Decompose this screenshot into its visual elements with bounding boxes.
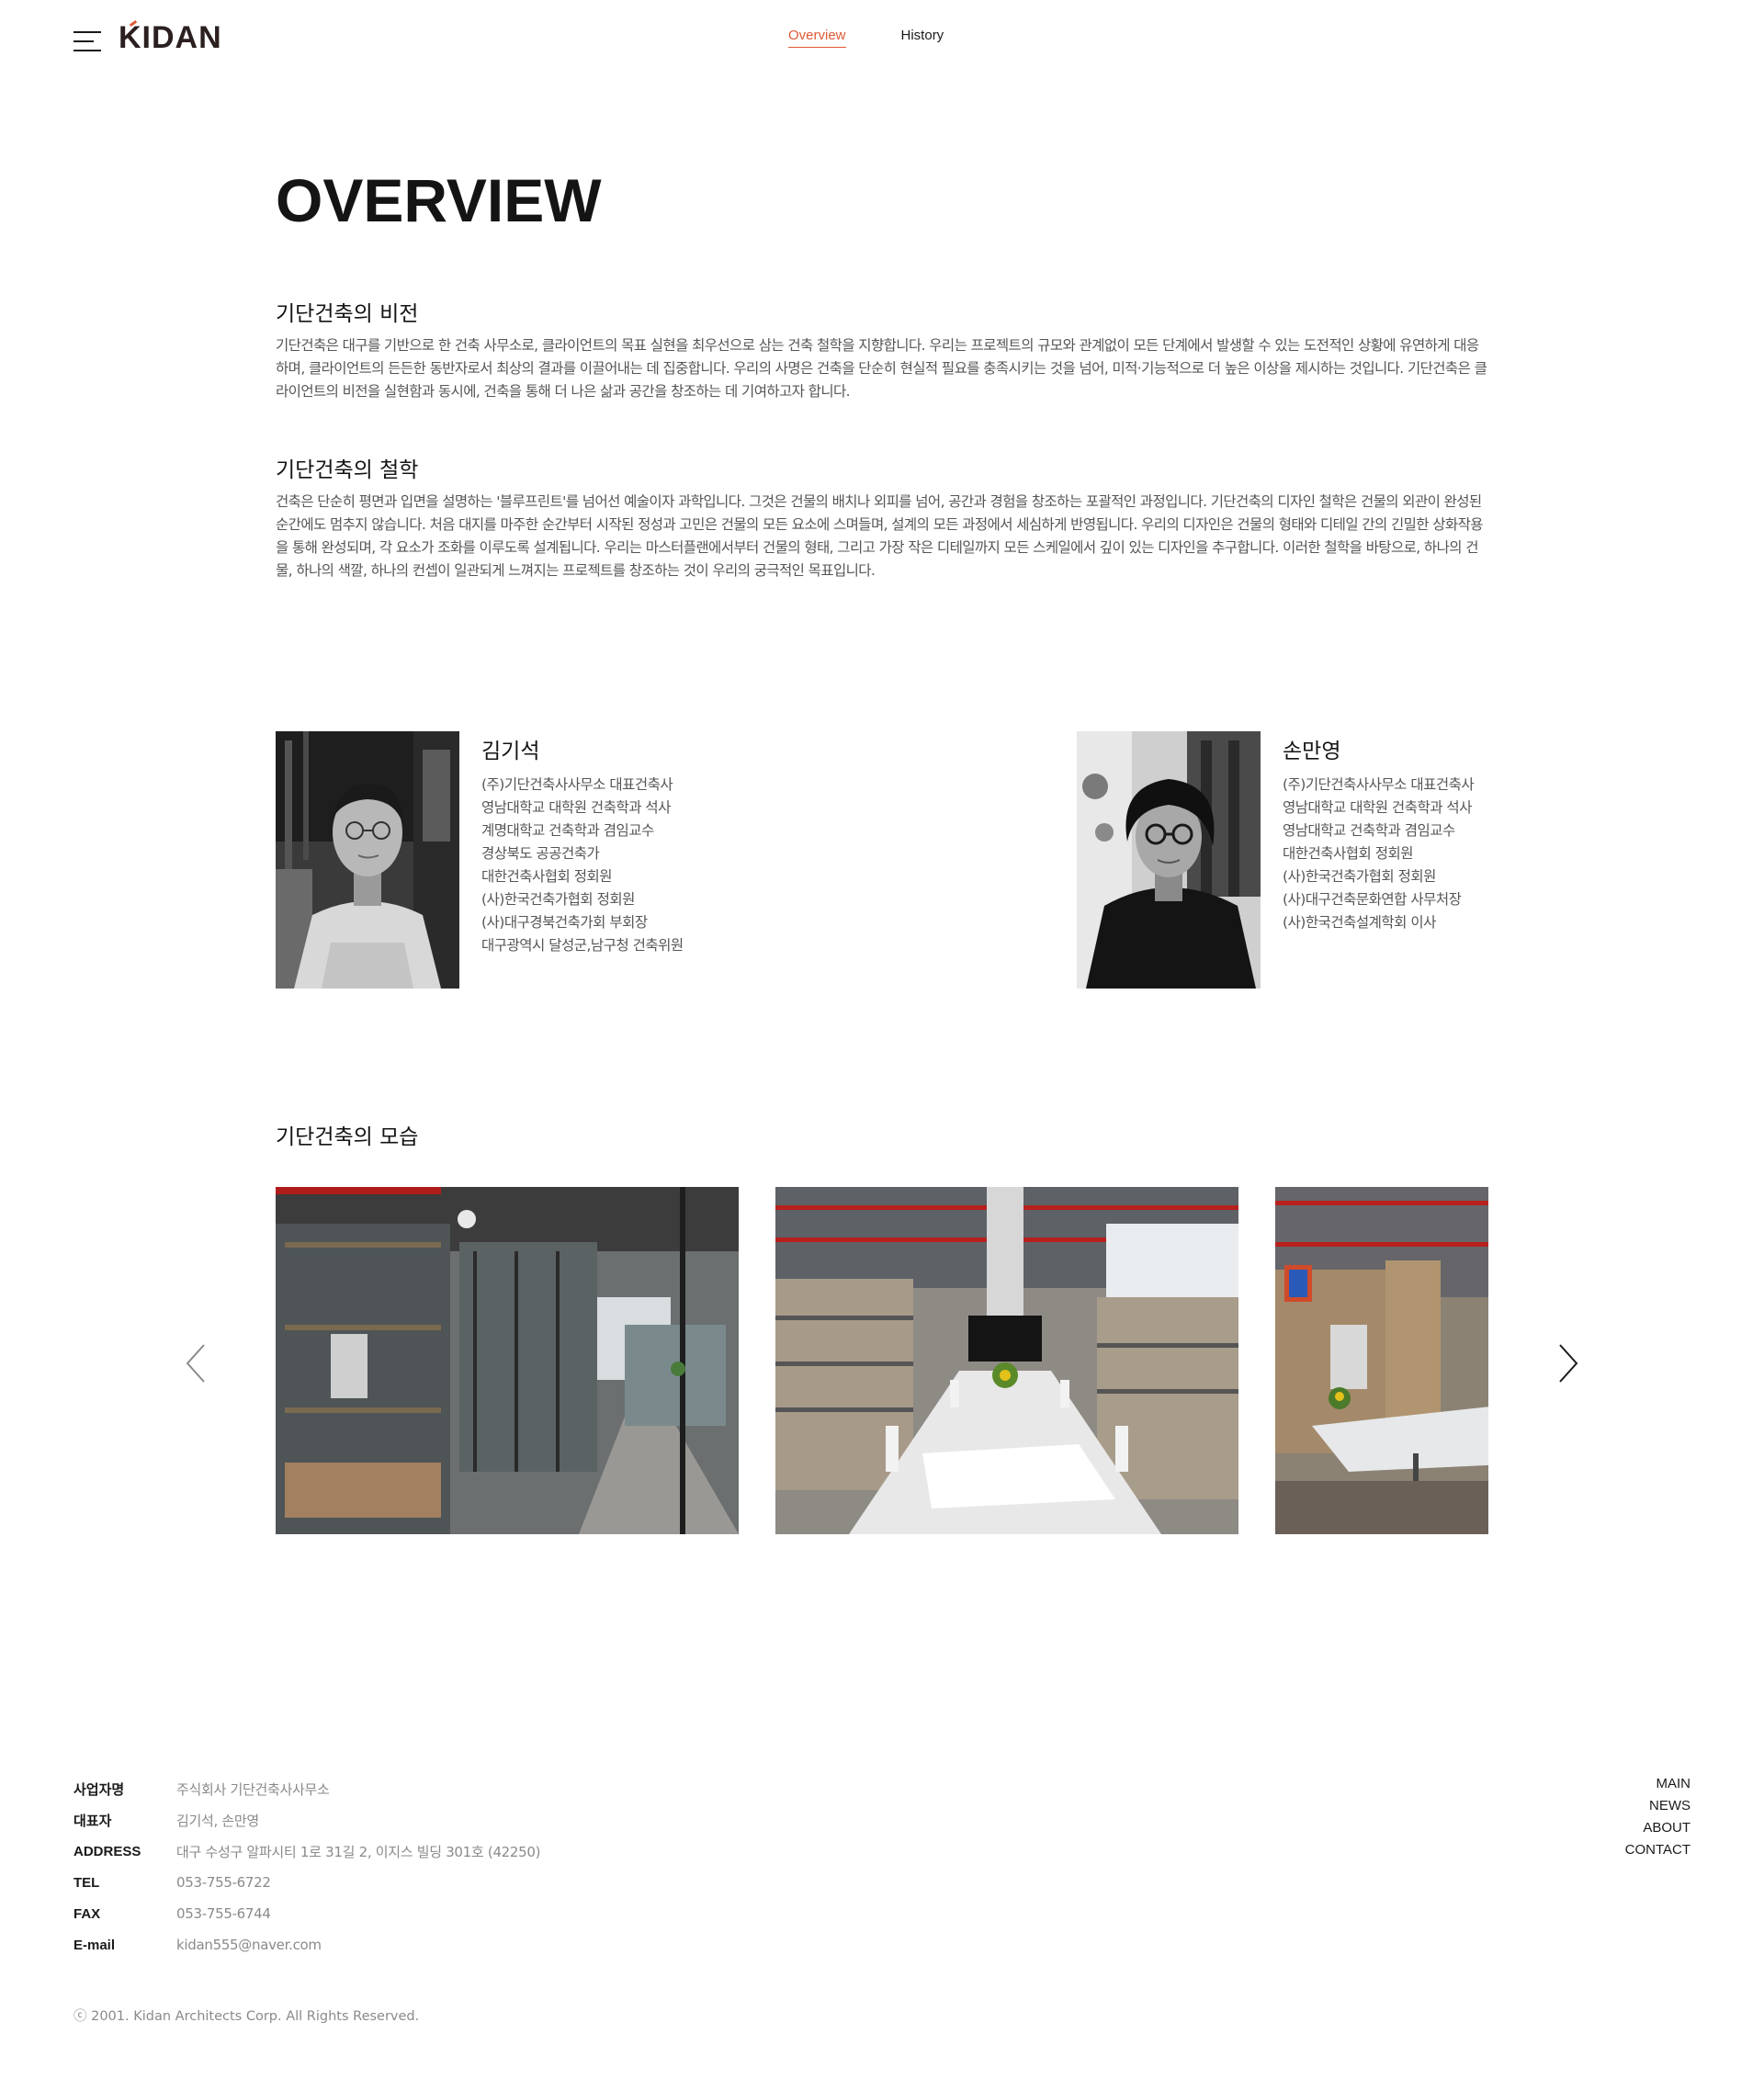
footer-nav-about[interactable]: ABOUT	[1625, 1817, 1690, 1839]
footer-info-row: FAX 053-755-6744	[74, 1898, 540, 1929]
credential-item: (사)한국건축가협회 정회원	[481, 891, 635, 908]
profile-info-son: 손만영 (주)기단건축사사무소 대표건축사 영남대학교 대학원 건축학과 석사 …	[1283, 731, 1613, 934]
credential-item: 영남대학교 대학원 건축학과 석사	[481, 799, 671, 816]
credential-item: 대한건축사협회 정회원	[481, 868, 613, 885]
credential-item: 대구광역시 달성군,남구청 건축위원	[481, 937, 684, 954]
chevron-left-icon[interactable]	[182, 1341, 209, 1385]
footer-value: 053-755-6722	[176, 1874, 271, 1891]
profile-name: 손만영	[1283, 740, 1341, 763]
footer-company-info: 사업자명 주식회사 기단건축사사무소 대표자 김기석, 손만영 ADDRESS …	[74, 1773, 541, 1960]
footer-info-row: ADDRESS 대구 수성구 알파시티 1로 31길 2, 이지스 빌딩 301…	[74, 1836, 541, 1867]
footer-email-value[interactable]: kidan555@naver.com	[176, 1937, 322, 1953]
chevron-right-icon[interactable]	[1555, 1341, 1582, 1385]
portrait-photo-kim	[276, 731, 459, 989]
gallery-title: 기단건축의 모습	[276, 1125, 419, 1149]
footer-nav-main[interactable]: MAIN	[1625, 1773, 1691, 1795]
footer-label: 사업자명	[74, 1781, 125, 1798]
vision-heading: 기단건축의 비전	[276, 302, 419, 326]
gallery-photo-1[interactable]	[276, 1187, 739, 1534]
portrait-photo-son	[1077, 731, 1261, 989]
gallery-carousel[interactable]	[276, 1187, 1488, 1534]
kidan-logo[interactable]: KIDAN	[119, 20, 222, 56]
nav-overview-link[interactable]: Overview	[788, 28, 846, 48]
footer-value: 김기석, 손만영	[176, 1812, 259, 1829]
credential-item: (주)기단건축사사무소 대표건축사	[481, 776, 673, 793]
credential-item: 계명대학교 건축학과 겸임교수	[481, 822, 654, 839]
hamburger-menu-icon[interactable]	[74, 31, 101, 51]
footer-value: 대구 수성구 알파시티 1로 31길 2, 이지스 빌딩 301호 (42250…	[176, 1843, 541, 1860]
copyright-text: ⓒ 2001. Kidan Architects Corp. All Right…	[74, 2009, 420, 2024]
credential-item: 영남대학교 건축학과 겸임교수	[1283, 822, 1455, 839]
footer-info-row: 대표자 김기석, 손만영	[74, 1804, 540, 1836]
credential-item: (주)기단건축사사무소 대표건축사	[1283, 776, 1475, 793]
footer-label: E-mail	[74, 1937, 116, 1953]
footer-info-row: 사업자명 주식회사 기단건축사사무소	[74, 1773, 540, 1804]
gallery-photo-2[interactable]	[775, 1187, 1238, 1534]
credential-item: (사)한국건축설계학회 이사	[1283, 914, 1436, 931]
footer-label: ADDRESS	[74, 1843, 141, 1859]
nav-history-link[interactable]: History	[901, 28, 944, 48]
site-header: KIDAN Overview History	[0, 0, 1764, 83]
footer-info-row: TEL 053-755-6722	[74, 1867, 540, 1898]
credential-item: 경상북도 공공건축가	[481, 845, 600, 862]
footer-label: FAX	[74, 1905, 101, 1922]
footer-label: 대표자	[74, 1813, 112, 1829]
footer-value: 053-755-6744	[176, 1905, 271, 1922]
credential-item: (사)대구건축문화연합 사무처장	[1283, 891, 1462, 908]
credential-item: (사)한국건축가협회 정회원	[1283, 868, 1436, 885]
vision-section: 기단건축의 비전 기단건축은 대구를 기반으로 한 건축 사무소로, 클라이언트…	[276, 296, 1488, 403]
page-title: OVERVIEW	[276, 166, 602, 234]
philosophy-heading: 기단건축의 철학	[276, 458, 419, 482]
credential-item: 영남대학교 대학원 건축학과 석사	[1283, 799, 1472, 816]
credential-item: (사)대구경북건축가회 부회장	[481, 914, 648, 931]
credential-item: 대한건축사협회 정회원	[1283, 845, 1414, 862]
philosophy-section: 기단건축의 철학 건축은 단순히 평면과 입면을 설명하는 '블루프린트'를 넘…	[276, 452, 1488, 582]
vision-body: 기단건축은 대구를 기반으로 한 건축 사무소로, 클라이언트의 목표 실현을 …	[276, 337, 1487, 400]
footer-label: TEL	[74, 1874, 100, 1891]
footer-nav: MAIN NEWS ABOUT CONTACT	[1625, 1773, 1690, 1861]
footer-value: 주식회사 기단건축사사무소	[176, 1780, 330, 1798]
footer-info-row: E-mail kidan555@naver.com	[74, 1929, 540, 1960]
profile-name: 김기석	[481, 740, 540, 763]
footer-nav-news[interactable]: NEWS	[1625, 1795, 1690, 1817]
footer-nav-contact[interactable]: CONTACT	[1625, 1839, 1690, 1861]
profile-info-kim: 김기석 (주)기단건축사사무소 대표건축사 영남대학교 대학원 건축학과 석사 …	[481, 731, 812, 957]
gallery-photo-3[interactable]	[1275, 1187, 1488, 1534]
philosophy-body: 건축은 단순히 평면과 입면을 설명하는 '블루프린트'를 넘어선 예술이자 과…	[276, 493, 1484, 579]
top-nav: Overview History	[788, 28, 944, 48]
